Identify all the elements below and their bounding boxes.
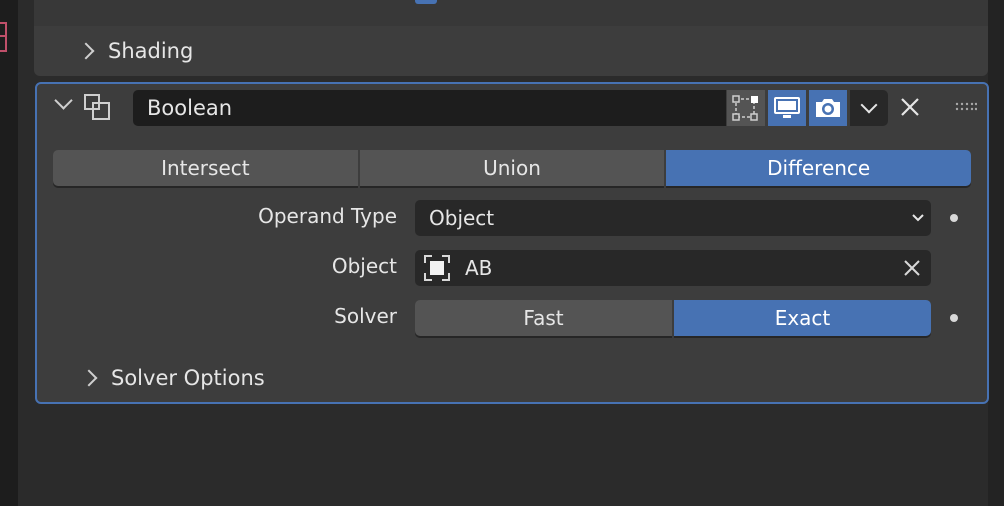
properties-scrollbar-region[interactable] bbox=[988, 0, 1004, 506]
previous-panel-content bbox=[34, 0, 988, 26]
chevron-right-icon bbox=[80, 369, 98, 387]
modifier-menu-dropdown[interactable] bbox=[850, 90, 888, 126]
subpanel-shading[interactable]: Shading bbox=[34, 28, 988, 74]
subpanel-solver-options[interactable]: Solver Options bbox=[37, 358, 987, 398]
solver-exact-button[interactable]: Exact bbox=[674, 300, 931, 336]
object-value: AB bbox=[465, 256, 493, 280]
edit-mode-toggle[interactable] bbox=[727, 90, 765, 126]
subpanel-solver-options-label: Solver Options bbox=[111, 366, 265, 390]
modifier-name-text: Boolean bbox=[147, 96, 233, 120]
monitor-icon bbox=[774, 97, 800, 118]
chevron-down-icon[interactable] bbox=[54, 91, 73, 110]
operation-difference-button[interactable]: Difference bbox=[666, 150, 972, 186]
operand-type-label: Operand Type bbox=[258, 204, 397, 228]
viewport-toggle[interactable] bbox=[768, 90, 806, 126]
animate-property-dot[interactable] bbox=[950, 214, 958, 222]
operation-union-button[interactable]: Union bbox=[359, 150, 665, 186]
edit-mode-icon bbox=[732, 95, 758, 121]
drag-handle-icon[interactable] bbox=[955, 102, 977, 112]
operand-type-value: Object bbox=[429, 206, 495, 230]
subpanel-shading-label: Shading bbox=[108, 39, 194, 63]
clear-icon[interactable] bbox=[903, 259, 921, 277]
animate-property-dot[interactable] bbox=[950, 314, 958, 322]
operation-intersect-button[interactable]: Intersect bbox=[53, 150, 358, 186]
chevron-down-icon bbox=[912, 214, 924, 222]
solver-label: Solver bbox=[334, 304, 397, 328]
solver-selector: Fast Exact bbox=[415, 300, 931, 336]
boolean-modifier-icon bbox=[84, 94, 110, 120]
modifier-header[interactable]: Boolean bbox=[37, 84, 987, 132]
object-label: Object bbox=[331, 254, 397, 278]
boolean-modifier-panel: Boolean Intersect Union Difference Opera… bbox=[35, 82, 989, 404]
checkbox[interactable] bbox=[415, 0, 437, 4]
render-toggle[interactable] bbox=[809, 90, 847, 126]
chevron-right-icon bbox=[77, 42, 95, 60]
solver-fast-button[interactable]: Fast bbox=[415, 300, 672, 336]
close-icon[interactable] bbox=[899, 96, 921, 118]
left-editor-edge bbox=[0, 0, 18, 506]
object-icon bbox=[424, 255, 450, 281]
modifier-name-field[interactable]: Boolean bbox=[133, 90, 726, 126]
camera-icon bbox=[816, 99, 840, 117]
object-field[interactable]: AB bbox=[415, 250, 931, 286]
operand-type-dropdown[interactable]: Object bbox=[415, 200, 931, 236]
boolean-operation-selector: Intersect Union Difference bbox=[53, 150, 972, 186]
chevron-down-icon bbox=[860, 96, 878, 114]
tab-marker-icon bbox=[0, 22, 7, 52]
previous-modifier-panel: Shading bbox=[34, 0, 988, 76]
